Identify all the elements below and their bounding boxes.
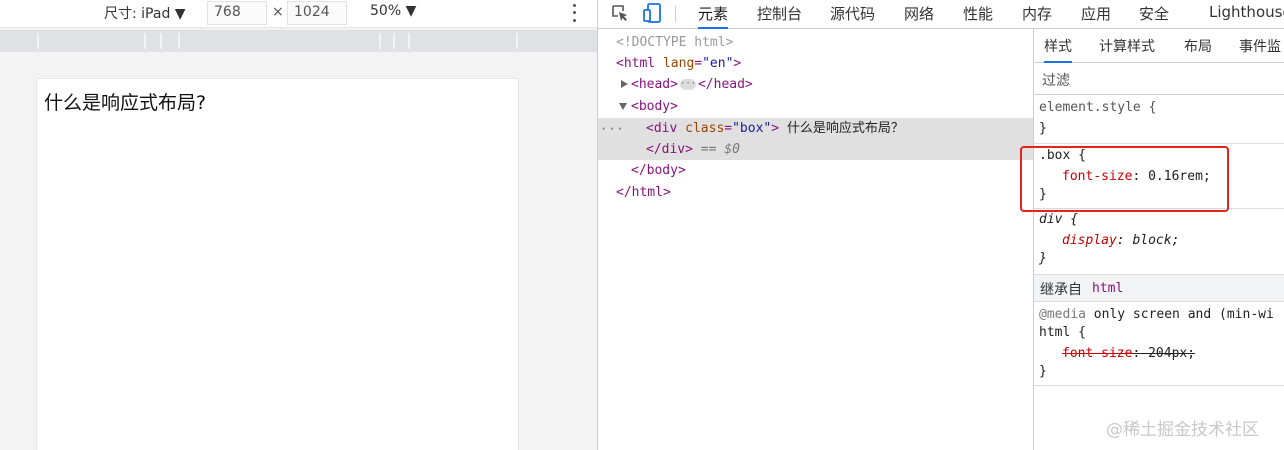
inherited-from-link[interactable]: html (1092, 281, 1123, 296)
devtools-panel: 元素 控制台 源代码 网络 性能 内存 应用 安全 Lighthouse ···… (598, 0, 1284, 450)
tab-performance[interactable]: 性能 (963, 3, 993, 29)
devtools-tab-bar: 元素 控制台 源代码 网络 性能 内存 应用 安全 Lighthouse (598, 0, 1284, 29)
emulated-page-viewport: 什么是响应式布局? (36, 78, 519, 450)
media-query-text: only screen and (min-wi (1085, 307, 1274, 322)
tab-layout[interactable]: 布局 (1184, 36, 1212, 63)
tab-console[interactable]: 控制台 (757, 3, 802, 29)
html-rule-selector[interactable]: html { (1039, 323, 1086, 343)
html-close-node[interactable]: </html> (616, 183, 671, 203)
div-box-node[interactable]: <div class="box"> 什么是响应式布局？ (646, 119, 904, 139)
head-open-tag: <head> (631, 77, 678, 92)
tab-application[interactable]: 应用 (1081, 3, 1111, 29)
inspect-element-icon[interactable] (610, 3, 630, 23)
body-node[interactable]: <body> (631, 97, 678, 117)
width-input[interactable]: 768 (207, 1, 267, 25)
html-node[interactable]: <html lang="en"> (616, 54, 741, 74)
page-box-text: 什么是响应式布局? (44, 92, 207, 114)
html-attr-name: lang (662, 56, 695, 71)
styles-filter-input[interactable]: 过滤 (1042, 70, 1070, 90)
zoom-select[interactable]: 50% ▼ (370, 3, 416, 19)
tab-memory[interactable]: 内存 (1022, 3, 1052, 29)
head-close-tag: </head> (697, 77, 753, 92)
inherited-label: 继承自 (1040, 282, 1082, 298)
tab-network[interactable]: 网络 (904, 3, 934, 29)
media-rule[interactable]: @media only screen and (min-wi (1039, 305, 1274, 325)
html-prop-name: font-size (1062, 346, 1133, 361)
doctype-node[interactable]: <!DOCTYPE html> (616, 33, 733, 53)
device-emulation-pane: 尺寸: iPad ▼ 768 × 1024 50% ▼ 什么是响应式布局? (0, 0, 598, 450)
device-toolbar: 尺寸: iPad ▼ 768 × 1024 50% ▼ (0, 0, 598, 28)
div-prop-name: display (1062, 233, 1117, 248)
toolbar-separator (675, 6, 676, 22)
tab-security[interactable]: 安全 (1139, 3, 1169, 29)
div-prop-colon: : (1116, 233, 1125, 248)
tab-computed[interactable]: 计算样式 (1099, 36, 1155, 63)
collapsed-ellipsis-icon[interactable]: ··· (679, 79, 696, 90)
more-options-icon[interactable] (567, 2, 581, 24)
device-toggle-icon[interactable] (642, 2, 664, 24)
collapse-body-icon[interactable] (619, 103, 627, 110)
div-text-node: 什么是响应式布局？ (786, 121, 904, 136)
div-rule-selector: div { (1039, 212, 1079, 227)
html-open-end: > (733, 56, 742, 71)
html-prop-value: 204px; (1148, 346, 1196, 361)
rule-divider (1034, 143, 1284, 144)
div-prop-value: block; (1132, 233, 1180, 248)
div-close-node[interactable]: </div> == $0 (646, 140, 740, 160)
selected-node-marker: == $0 (700, 142, 740, 157)
element-style-selector[interactable]: element.style { (1039, 98, 1156, 118)
media-at-keyword: @media (1039, 307, 1086, 322)
styles-tab-bar: 样式 计算样式 布局 事件监 (1034, 30, 1284, 63)
filter-divider (1034, 94, 1284, 95)
div-attr-val: "box" (732, 121, 772, 136)
div-close-tag: </div> (646, 142, 693, 157)
div-attr-eq: = (724, 121, 733, 136)
div-rule-close: } (1039, 251, 1047, 266)
elements-tree: ··· <!DOCTYPE html> <html lang="en"> <he… (598, 30, 1033, 450)
body-close-node[interactable]: </body> (631, 161, 686, 181)
tab-styles[interactable]: 样式 (1044, 36, 1072, 63)
element-style-close: } (1039, 121, 1047, 136)
tab-event-listeners[interactable]: 事件监 (1239, 36, 1281, 63)
html-attr-eq: = (694, 56, 703, 71)
div-open-tag: <div (646, 121, 678, 136)
node-actions-icon[interactable]: ··· (600, 122, 625, 136)
annotation-highlight-box (1020, 146, 1229, 212)
div-open-end: > (771, 121, 780, 136)
html-rule-close: } (1039, 364, 1047, 379)
expand-head-icon[interactable] (621, 80, 628, 88)
inherited-from-header: 继承自 html (1034, 274, 1284, 302)
watermark: @稀土掘金技术社区 (1106, 420, 1259, 440)
div-attr-name: class (685, 121, 725, 136)
html-rule-declaration[interactable]: font-size: 204px; (1062, 344, 1195, 364)
head-node[interactable]: <head> ··· </head> (631, 75, 753, 95)
div-rule-declaration: display: block; (1062, 231, 1179, 251)
height-input[interactable]: 1024 (287, 1, 347, 25)
device-dimensions-select[interactable]: 尺寸: iPad ▼ (104, 3, 186, 23)
styles-pane: 样式 计算样式 布局 事件监 过滤 element.style { } .box… (1034, 30, 1284, 450)
html-open-tag: <html (616, 56, 656, 71)
times-symbol: × (272, 4, 284, 20)
media-query-bar[interactable] (0, 30, 598, 52)
tab-lighthouse[interactable]: Lighthouse (1209, 3, 1284, 29)
rule-divider (1034, 385, 1284, 386)
tab-elements[interactable]: 元素 (698, 3, 729, 29)
html-attr-val: "en" (702, 56, 734, 71)
tab-sources[interactable]: 源代码 (830, 3, 875, 29)
